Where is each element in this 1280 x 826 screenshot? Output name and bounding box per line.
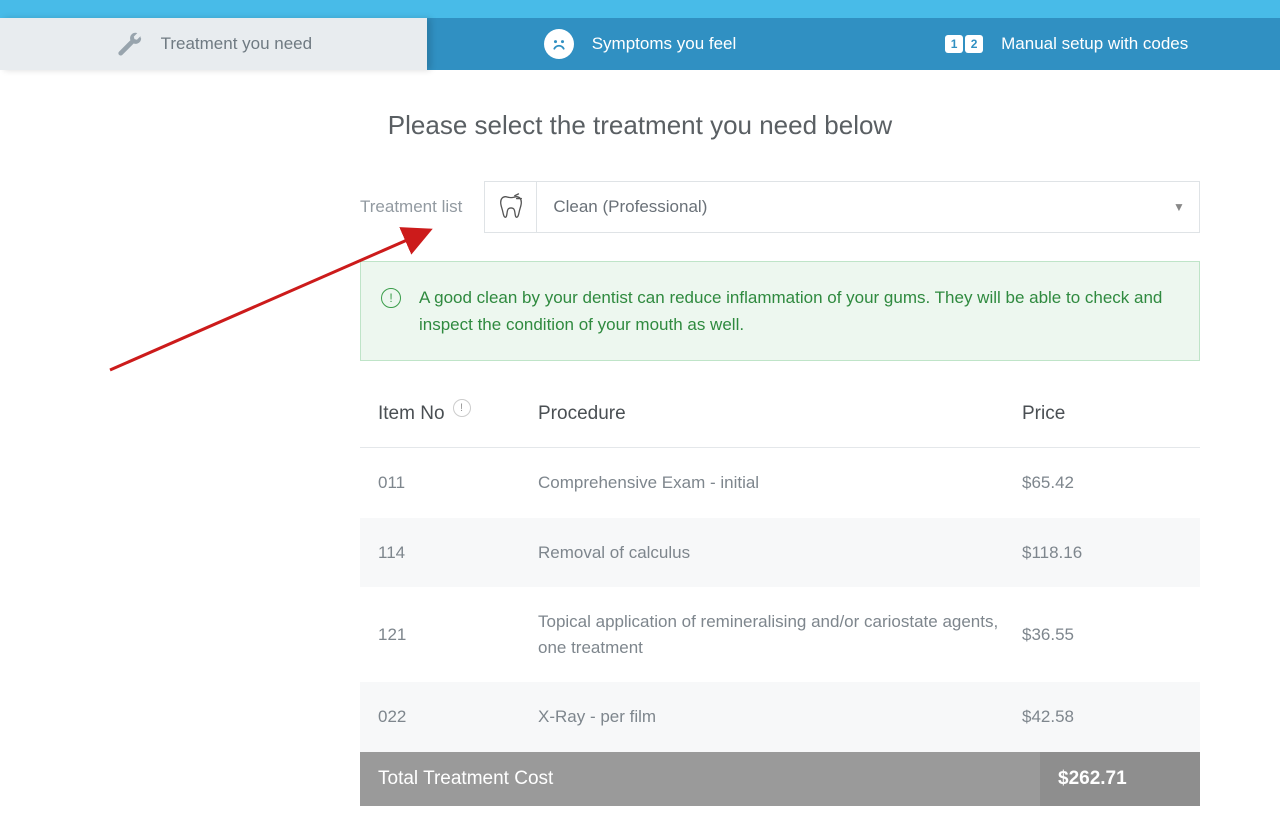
- tab-manual[interactable]: 12 Manual setup with codes: [853, 18, 1280, 70]
- tab-treatment[interactable]: Treatment you need: [0, 18, 427, 70]
- info-note: ! A good clean by your dentist can reduc…: [360, 261, 1200, 361]
- cell-procedure: Comprehensive Exam - initial: [538, 470, 1022, 496]
- treatment-selector-row: Treatment list Clean (Professional) ▼: [360, 181, 1200, 233]
- cell-item: 114: [378, 540, 538, 566]
- table-row: 011 Comprehensive Exam - initial $65.42: [360, 448, 1200, 518]
- cell-item: 022: [378, 704, 538, 730]
- tab-label: Symptoms you feel: [592, 34, 737, 54]
- cell-procedure: X-Ray - per film: [538, 704, 1022, 730]
- cell-price: $65.42: [1022, 470, 1182, 496]
- cell-procedure: Removal of calculus: [538, 540, 1022, 566]
- table-header: Item No ! Procedure Price: [360, 381, 1200, 448]
- cell-item: 011: [378, 470, 538, 496]
- cell-price: $118.16: [1022, 540, 1182, 566]
- cell-price: $42.58: [1022, 704, 1182, 730]
- tab-label: Treatment you need: [161, 34, 313, 54]
- total-value: $262.71: [1040, 752, 1200, 806]
- cell-procedure: Topical application of remineralising an…: [538, 609, 1022, 660]
- dropdown-selected: Clean (Professional): [537, 197, 1159, 217]
- info-note-text: A good clean by your dentist can reduce …: [419, 284, 1173, 338]
- sad-face-icon: [544, 29, 574, 59]
- tab-label: Manual setup with codes: [1001, 34, 1188, 54]
- tab-bar: Treatment you need Symptoms you feel 12 …: [0, 18, 1280, 70]
- table-row: 022 X-Ray - per film $42.58: [360, 682, 1200, 752]
- table-row: 121 Topical application of remineralisin…: [360, 587, 1200, 682]
- total-label: Total Treatment Cost: [360, 752, 1040, 806]
- header-item-no-label: Item No: [378, 403, 445, 425]
- table-total-row: Total Treatment Cost $262.71: [360, 752, 1200, 806]
- main-content: Please select the treatment you need bel…: [80, 110, 1200, 826]
- header-procedure: Procedure: [538, 403, 1022, 425]
- chevron-down-icon: ▼: [1159, 200, 1199, 214]
- cell-item: 121: [378, 622, 538, 648]
- wrench-icon: [115, 30, 143, 58]
- treatment-list-label: Treatment list: [360, 197, 462, 217]
- header-item-no: Item No !: [378, 403, 538, 425]
- codes-icon: 12: [945, 35, 983, 53]
- header-price: Price: [1022, 403, 1182, 425]
- tab-symptoms[interactable]: Symptoms you feel: [427, 18, 854, 70]
- top-strip: [0, 0, 1280, 18]
- info-icon[interactable]: !: [453, 399, 471, 417]
- treatment-dropdown[interactable]: Clean (Professional) ▼: [484, 181, 1200, 233]
- tooth-icon: [485, 181, 537, 233]
- cell-price: $36.55: [1022, 622, 1182, 648]
- treatment-table: Item No ! Procedure Price 011 Comprehens…: [360, 381, 1200, 806]
- table-row: 114 Removal of calculus $118.16: [360, 518, 1200, 588]
- info-icon: !: [381, 288, 401, 308]
- page-heading: Please select the treatment you need bel…: [80, 110, 1200, 141]
